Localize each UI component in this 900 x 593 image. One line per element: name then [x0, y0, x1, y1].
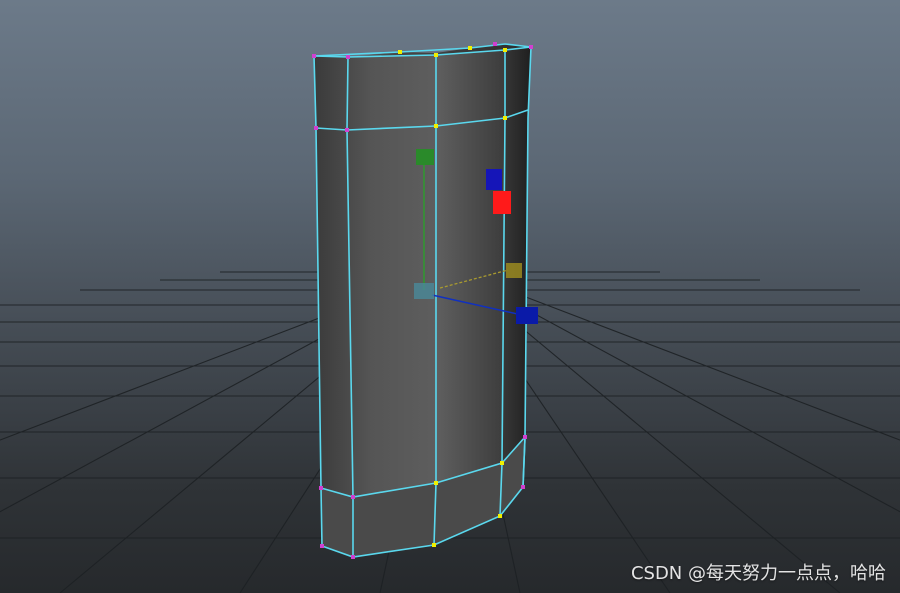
gizmo-center-handle[interactable] [414, 283, 434, 299]
mesh-object[interactable] [312, 42, 533, 559]
gizmo-red-handle[interactable] [493, 191, 511, 214]
watermark-text: CSDN @每天努力一点点，哈哈 [630, 563, 886, 584]
gizmo-blue-handle[interactable] [486, 169, 502, 190]
mesh-front-face [314, 50, 505, 497]
gizmo-z-handle[interactable] [516, 307, 538, 324]
viewport-scene[interactable] [0, 0, 900, 593]
gizmo-x-handle[interactable] [506, 263, 522, 278]
gizmo-y-handle[interactable] [416, 149, 434, 165]
3d-viewport[interactable]: CSDN @每天努力一点点，哈哈 [0, 0, 900, 593]
